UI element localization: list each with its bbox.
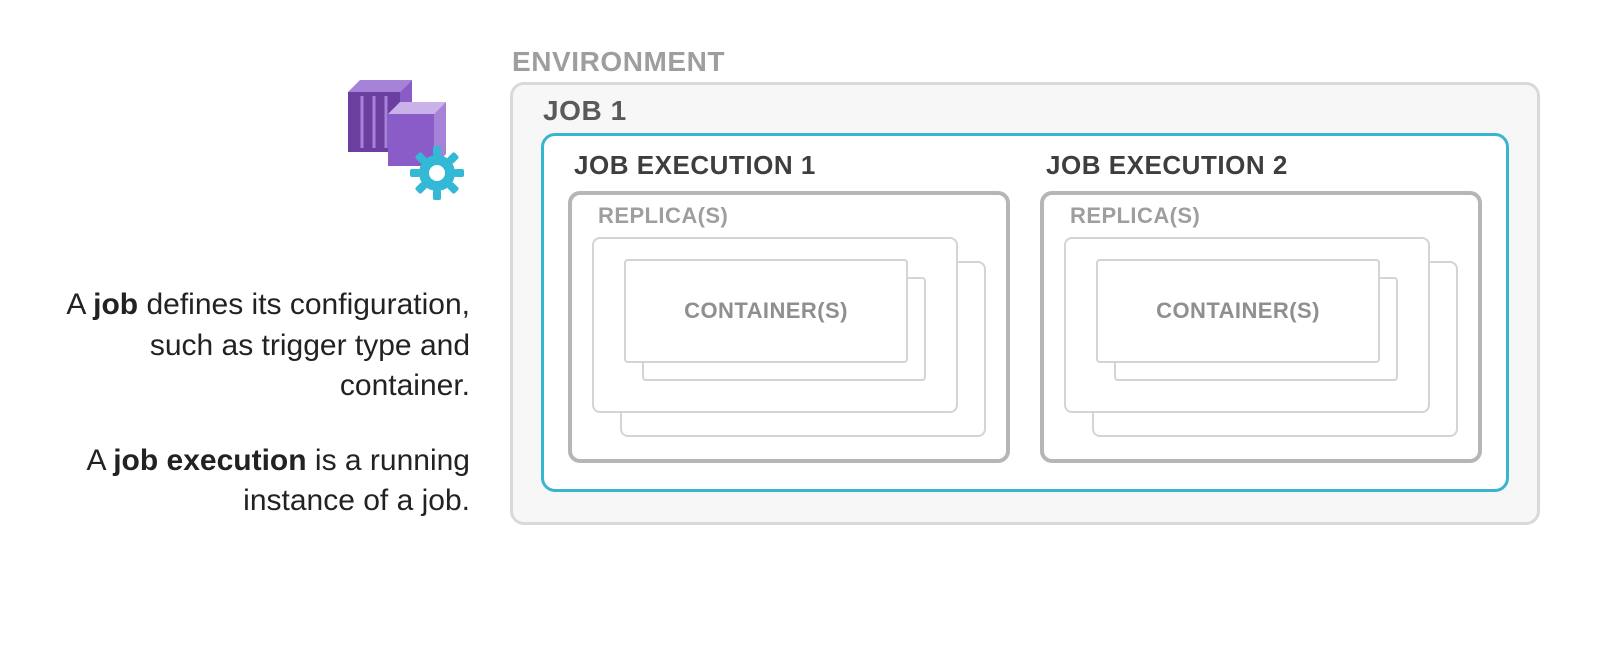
container-stack: CONTAINER(S) [1096,259,1398,381]
replica-label: REPLICA(S) [1070,203,1458,229]
left-column: A job defines its configuration, such as… [0,0,510,646]
execution-box: REPLICA(S) CONTAINER(S) [568,191,1010,463]
job-label: JOB 1 [543,95,1509,127]
diagram-page: A job defines its configuration, such as… [0,0,1600,646]
text: defines its configuration, such as trigg… [138,288,470,402]
description-paragraph-1: A job defines its configuration, such as… [50,285,470,407]
text: A [87,444,114,477]
right-column: ENVIRONMENT JOB 1 JOB EXECUTION 1 REPLIC… [510,0,1600,646]
bold-job: job [93,288,138,321]
text: A [66,288,93,321]
job-execution-2: JOB EXECUTION 2 REPLICA(S) CONTAINER(S) [1040,150,1482,463]
container-label: CONTAINER(S) [684,298,848,324]
replica-card-front: CONTAINER(S) [1064,237,1430,413]
environment-label: ENVIRONMENT [512,46,1540,78]
container-card-front: CONTAINER(S) [1096,259,1380,363]
replica-stack: CONTAINER(S) [1064,237,1458,437]
description-paragraph-2: A job execution is a running instance of… [50,441,470,522]
execution-label: JOB EXECUTION 1 [574,150,1010,181]
replica-card-front: CONTAINER(S) [592,237,958,413]
replica-stack: CONTAINER(S) [592,237,986,437]
container-stack: CONTAINER(S) [624,259,926,381]
job-execution-1: JOB EXECUTION 1 REPLICA(S) CONTAINER(S) [568,150,1010,463]
execution-label: JOB EXECUTION 2 [1046,150,1482,181]
environment-box: JOB 1 JOB EXECUTION 1 REPLICA(S) [510,82,1540,525]
bold-job-execution: job execution [113,444,306,477]
container-card-front: CONTAINER(S) [624,259,908,363]
container-label: CONTAINER(S) [1156,298,1320,324]
execution-box: REPLICA(S) CONTAINER(S) [1040,191,1482,463]
container-apps-job-icon [320,70,470,205]
description-text: A job defines its configuration, such as… [50,285,470,556]
replica-label: REPLICA(S) [598,203,986,229]
job-box: JOB EXECUTION 1 REPLICA(S) CONTAINER(S) [541,133,1509,492]
